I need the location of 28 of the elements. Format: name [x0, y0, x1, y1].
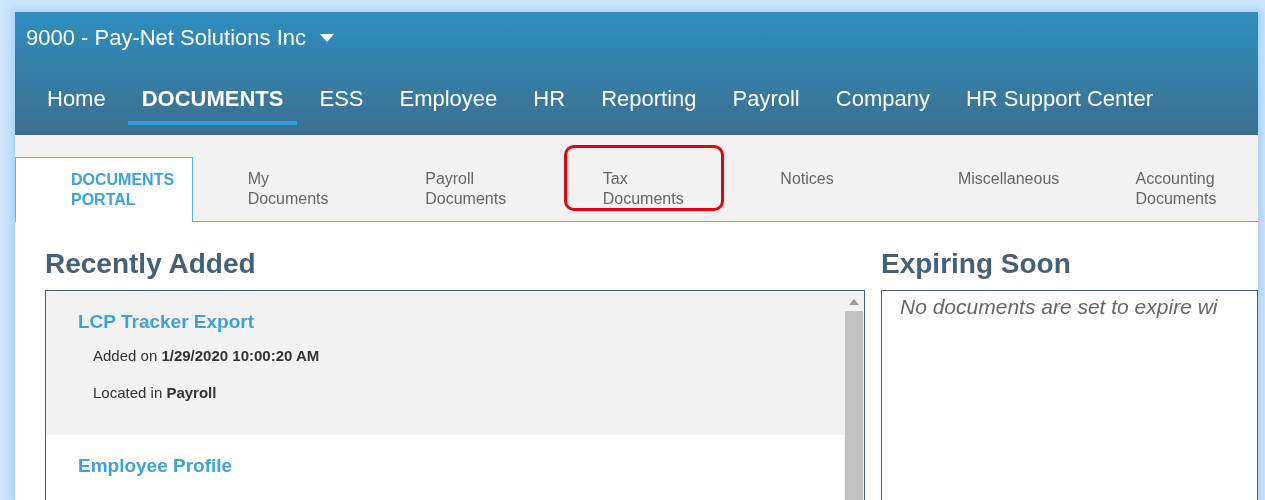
document-link[interactable]: LCP Tracker Export: [78, 311, 254, 333]
company-selector[interactable]: 9000 - Pay-Net Solutions Inc: [26, 25, 307, 51]
nav-tab[interactable]: HR Support Center: [951, 78, 1167, 125]
nav-tab[interactable]: Reporting: [587, 78, 711, 125]
document-tab[interactable]: Miscellaneous: [902, 157, 1081, 221]
scroll-up-icon[interactable]: [849, 299, 859, 305]
document-tab[interactable]: DOCUMENTS PORTAL: [15, 157, 193, 222]
document-tab[interactable]: Tax Documents: [547, 145, 726, 221]
document-tab[interactable]: Notices: [725, 157, 903, 221]
nav-tab[interactable]: HR: [519, 78, 580, 125]
nav-tab[interactable]: Employee: [385, 78, 512, 125]
document-tab[interactable]: My Documents: [192, 157, 371, 221]
added-date-text: Added on 1/29/2020 10:00:20 AM: [93, 347, 320, 364]
nav-tab[interactable]: ESS: [305, 78, 378, 125]
nav-tab[interactable]: Payroll: [718, 78, 814, 125]
caret-icon[interactable]: [320, 34, 335, 42]
section-title: Expiring Soon: [881, 248, 1072, 280]
section-title: Recently Added: [45, 248, 257, 280]
nav-tab[interactable]: Company: [821, 78, 944, 125]
document-link[interactable]: Employee Profile: [78, 455, 233, 477]
document-tab[interactable]: Accounting Documents: [1080, 157, 1258, 221]
scrollbar[interactable]: [844, 291, 864, 500]
location-text: Located in Payroll: [93, 384, 217, 401]
document-tab[interactable]: Payroll Documents: [370, 157, 548, 221]
empty-message: No documents are set to expire wi: [899, 294, 1219, 320]
nav-tab[interactable]: DOCUMENTS: [127, 78, 298, 125]
scroll-thumb[interactable]: [845, 311, 863, 500]
nav-tab[interactable]: Home: [33, 78, 120, 125]
